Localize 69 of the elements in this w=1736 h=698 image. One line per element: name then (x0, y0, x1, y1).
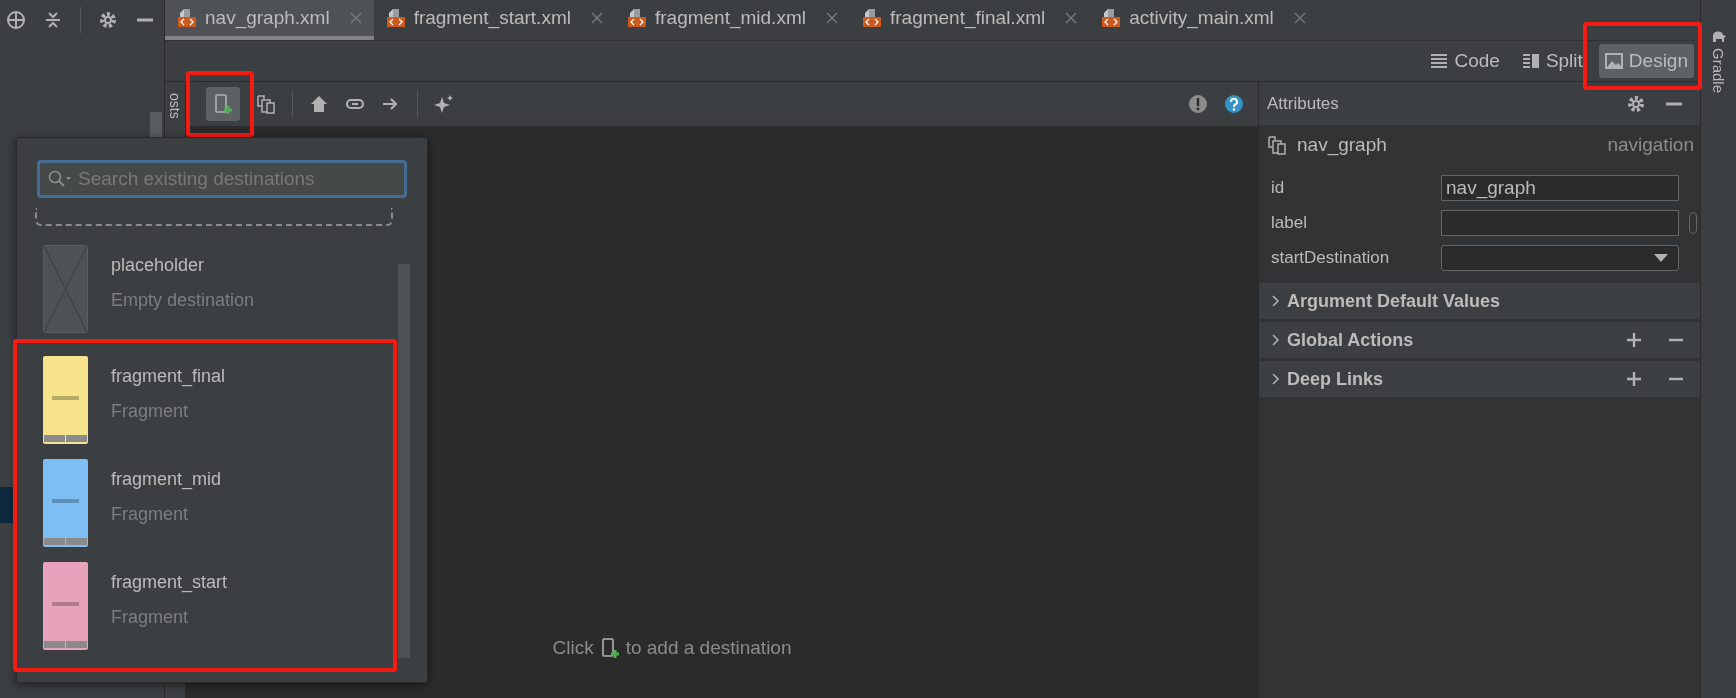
phone-plus-icon (599, 638, 620, 658)
xml-file-icon (1101, 8, 1122, 28)
hint-text: to add a destination (625, 637, 792, 659)
close-icon[interactable] (590, 12, 603, 24)
close-icon[interactable] (1293, 12, 1306, 24)
text-field[interactable]: nav_graph (1441, 175, 1679, 201)
close-icon[interactable] (1065, 12, 1078, 24)
dropdown-field[interactable] (1441, 245, 1679, 271)
text-field[interactable] (1441, 210, 1679, 236)
image-icon (1604, 52, 1623, 70)
editor-tab[interactable]: fragment_start.xml (373, 0, 615, 40)
destination-type: Fragment (111, 504, 190, 525)
xml-file-icon (385, 8, 406, 28)
warning-icon[interactable] (1188, 94, 1208, 114)
tool-window-tab[interactable]: Gradle (1710, 48, 1727, 94)
settings-icon[interactable] (1626, 93, 1646, 114)
destination-item[interactable]: fragment_mid Fragment (17, 458, 393, 561)
section-header[interactable]: Deep Links (1259, 361, 1700, 397)
xml-file-icon (177, 8, 197, 28)
plus-icon[interactable] (1626, 371, 1642, 387)
field-label: startDestination (1271, 248, 1391, 268)
xml-file-icon (861, 8, 882, 28)
split-view-icon (1521, 52, 1540, 70)
plus-icon[interactable] (1626, 332, 1642, 348)
help-icon[interactable] (1224, 94, 1244, 114)
destination-type: Fragment (111, 607, 190, 628)
view-mode-button[interactable]: Code (1424, 44, 1506, 78)
destination-item[interactable]: placeholder Empty destination (17, 244, 397, 339)
destination-name: fragment_final (111, 366, 226, 387)
field-label: id (1271, 178, 1286, 198)
destination-type: Fragment (111, 401, 190, 422)
destination-type: Empty destination (111, 290, 255, 311)
nested-graph-icon (1267, 135, 1287, 155)
editor-tab[interactable]: nav_graph.xml (165, 0, 374, 40)
lines-icon (1430, 52, 1449, 70)
view-mode-button[interactable]: Design (1598, 44, 1694, 78)
panel-title: Attributes (1267, 93, 1339, 114)
destination-name: placeholder (111, 255, 206, 276)
collapse-icon[interactable] (43, 10, 63, 30)
home-icon[interactable] (309, 94, 329, 114)
field-label: label (1271, 213, 1308, 233)
scrollbar[interactable] (398, 264, 410, 658)
component-type: navigation (1607, 134, 1694, 156)
dropdown-arrow-icon (1654, 254, 1668, 262)
component-name: nav_graph (1297, 134, 1387, 156)
chevron-right-icon (1271, 334, 1281, 346)
sparkle-icon[interactable] (434, 94, 454, 114)
section-header[interactable]: Argument Default Values (1259, 283, 1700, 319)
destination-item[interactable]: fragment_start Fragment (17, 561, 393, 664)
destination-name: fragment_start (111, 572, 228, 593)
editor-tab[interactable]: fragment_mid.xml (614, 0, 850, 40)
xml-file-icon (626, 8, 647, 28)
destination-name: fragment_mid (111, 469, 222, 490)
editor-tab[interactable]: activity_main.xml (1089, 0, 1318, 40)
selection-strip (0, 487, 14, 523)
section-header[interactable]: Global Actions (1259, 322, 1700, 358)
nested-graph-icon[interactable] (256, 94, 276, 114)
chevron-right-icon (1271, 295, 1281, 307)
destination-item[interactable]: fragment_final Fragment (17, 355, 393, 458)
hint-text: Click (552, 637, 594, 659)
close-icon[interactable] (825, 12, 838, 24)
settings-icon[interactable] (98, 10, 118, 30)
panel-label[interactable]: osts (165, 86, 185, 126)
view-mode-button[interactable]: Split (1515, 44, 1589, 78)
elephant-icon[interactable] (1710, 30, 1727, 44)
crosshair-icon[interactable] (6, 10, 26, 30)
phone-plus-icon (213, 94, 233, 114)
editor-tab[interactable]: fragment_final.xml (849, 0, 1090, 40)
chevron-right-icon (1271, 373, 1281, 385)
